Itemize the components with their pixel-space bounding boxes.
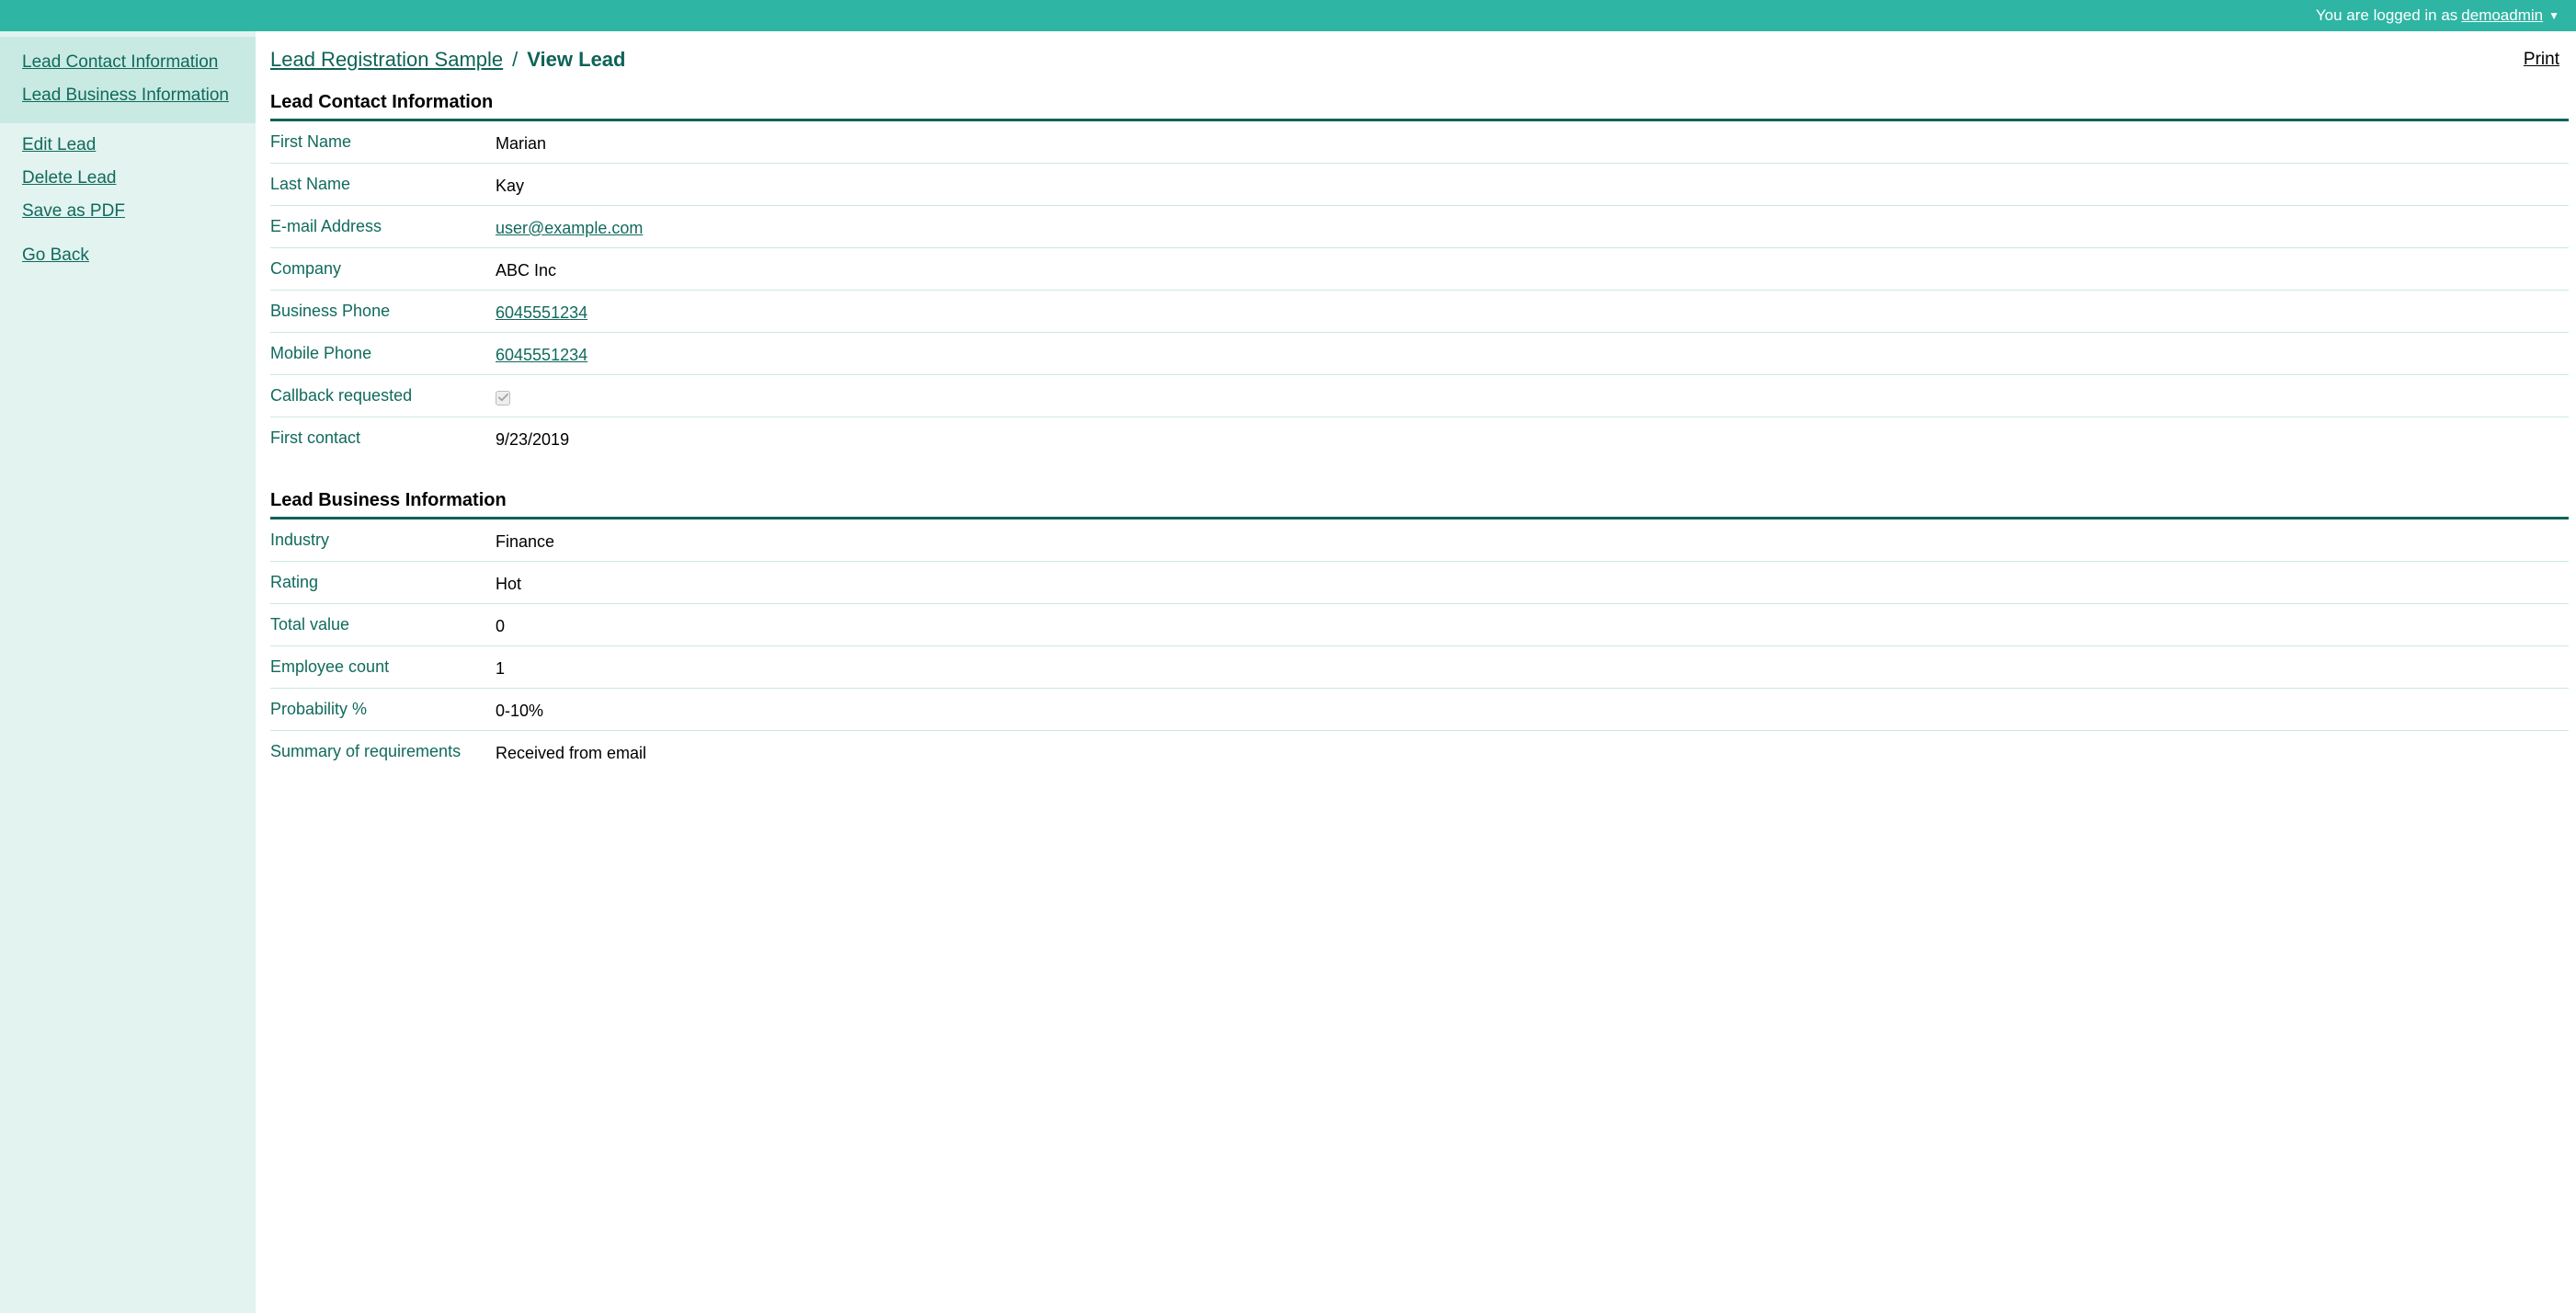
field-value: user@example.com bbox=[496, 215, 2569, 238]
field-row-business-phone: Business Phone 6045551234 bbox=[270, 291, 2569, 333]
breadcrumb: Lead Registration Sample / View Lead bbox=[270, 48, 625, 72]
sidebar-link-delete-lead[interactable]: Delete Lead bbox=[0, 162, 256, 195]
sidebar: Lead Contact Information Lead Business I… bbox=[0, 31, 256, 1313]
field-label: Business Phone bbox=[270, 300, 496, 321]
field-label: First contact bbox=[270, 427, 496, 448]
field-label: Industry bbox=[270, 529, 496, 550]
field-label: Total value bbox=[270, 613, 496, 634]
field-row-total-value: Total value 0 bbox=[270, 604, 2569, 646]
field-label: Callback requested bbox=[270, 384, 496, 405]
field-label: Probability % bbox=[270, 698, 496, 719]
field-label: Company bbox=[270, 257, 496, 279]
sidebar-link-go-back[interactable]: Go Back bbox=[0, 239, 256, 272]
field-value: Finance bbox=[496, 529, 2569, 552]
sidebar-link-lead-contact-info[interactable]: Lead Contact Information bbox=[0, 46, 256, 79]
field-value: 6045551234 bbox=[496, 300, 2569, 323]
field-row-industry: Industry Finance bbox=[270, 519, 2569, 562]
field-label: Rating bbox=[270, 571, 496, 592]
user-name: demoadmin bbox=[2461, 6, 2543, 25]
field-value: Marian bbox=[496, 131, 2569, 154]
field-value: Kay bbox=[496, 173, 2569, 196]
field-row-first-contact: First contact 9/23/2019 bbox=[270, 417, 2569, 470]
field-value: 0-10% bbox=[496, 698, 2569, 721]
field-row-summary: Summary of requirements Received from em… bbox=[270, 731, 2569, 772]
field-row-company: Company ABC Inc bbox=[270, 248, 2569, 291]
section-title-business: Lead Business Information bbox=[270, 490, 2569, 519]
sidebar-link-edit-lead[interactable]: Edit Lead bbox=[0, 129, 256, 162]
breadcrumb-parent-link[interactable]: Lead Registration Sample bbox=[270, 48, 503, 72]
breadcrumb-current: View Lead bbox=[527, 48, 625, 72]
field-row-employee-count: Employee count 1 bbox=[270, 646, 2569, 689]
breadcrumb-separator: / bbox=[512, 48, 518, 72]
sidebar-link-save-as-pdf[interactable]: Save as PDF bbox=[0, 195, 256, 228]
main-content: Lead Registration Sample / View Lead Pri… bbox=[256, 31, 2576, 1313]
field-label: E-mail Address bbox=[270, 215, 496, 236]
callback-checkbox-disabled bbox=[496, 391, 510, 405]
field-row-email: E-mail Address user@example.com bbox=[270, 206, 2569, 248]
field-value: 0 bbox=[496, 613, 2569, 636]
email-link[interactable]: user@example.com bbox=[496, 219, 643, 237]
field-value: 1 bbox=[496, 656, 2569, 679]
field-value: 6045551234 bbox=[496, 342, 2569, 365]
logged-in-prefix: You are logged in as bbox=[2316, 6, 2457, 25]
print-link[interactable]: Print bbox=[2524, 50, 2559, 70]
chevron-down-icon: ▼ bbox=[2548, 9, 2559, 22]
field-row-callback: Callback requested bbox=[270, 375, 2569, 417]
field-label: Employee count bbox=[270, 656, 496, 677]
sidebar-actions-group-1: Edit Lead Delete Lead Save as PDF bbox=[0, 123, 256, 234]
field-value: Hot bbox=[496, 571, 2569, 594]
breadcrumb-row: Lead Registration Sample / View Lead Pri… bbox=[270, 48, 2569, 83]
sidebar-actions-group-2: Go Back bbox=[0, 234, 256, 278]
logged-in-user[interactable]: You are logged in as demoadmin ▼ bbox=[2316, 6, 2559, 25]
field-row-mobile-phone: Mobile Phone 6045551234 bbox=[270, 333, 2569, 375]
field-row-first-name: First Name Marian bbox=[270, 121, 2569, 164]
field-value: Received from email bbox=[496, 740, 2569, 763]
field-row-probability: Probability % 0-10% bbox=[270, 689, 2569, 731]
field-label: Mobile Phone bbox=[270, 342, 496, 363]
field-row-last-name: Last Name Kay bbox=[270, 164, 2569, 206]
field-value: ABC Inc bbox=[496, 257, 2569, 280]
field-row-rating: Rating Hot bbox=[270, 562, 2569, 604]
field-value bbox=[496, 384, 2569, 407]
field-label: First Name bbox=[270, 131, 496, 152]
field-label: Last Name bbox=[270, 173, 496, 194]
field-label: Summary of requirements bbox=[270, 740, 496, 761]
sidebar-link-lead-business-info[interactable]: Lead Business Information bbox=[0, 79, 256, 112]
top-bar: You are logged in as demoadmin ▼ bbox=[0, 0, 2576, 31]
section-title-contact: Lead Contact Information bbox=[270, 92, 2569, 121]
check-icon bbox=[498, 393, 508, 403]
field-value: 9/23/2019 bbox=[496, 427, 2569, 450]
sidebar-section-links: Lead Contact Information Lead Business I… bbox=[0, 37, 256, 123]
business-phone-link[interactable]: 6045551234 bbox=[496, 303, 587, 322]
mobile-phone-link[interactable]: 6045551234 bbox=[496, 346, 587, 364]
